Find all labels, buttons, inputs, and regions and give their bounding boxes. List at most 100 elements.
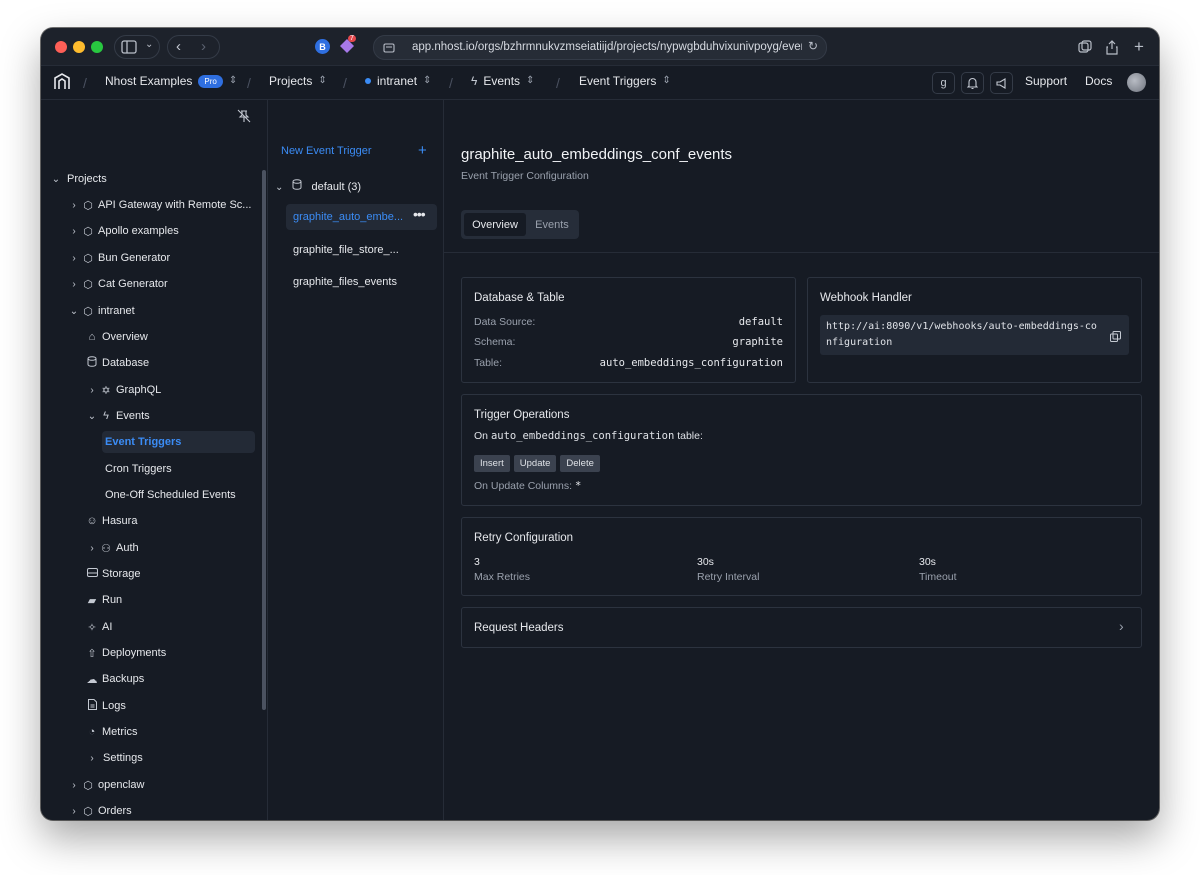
sidebar-item-hasura[interactable]: ☺ Hasura bbox=[85, 510, 137, 532]
sidebar-item-apollo[interactable]: › ⬡ Apollo examples bbox=[67, 220, 178, 242]
chevron-right-icon[interactable]: › bbox=[85, 385, 99, 396]
chevron-right-icon[interactable]: › bbox=[67, 279, 81, 290]
schema-group-default[interactable]: ⌄ default (3) bbox=[275, 179, 361, 193]
breadcrumb-event-triggers[interactable]: Event Triggers ⇕ bbox=[579, 74, 671, 88]
sidebar-item-auth[interactable]: › ⚇ Auth bbox=[85, 537, 138, 559]
bell-icon[interactable] bbox=[961, 72, 984, 94]
cube-icon: ⬡ bbox=[83, 305, 93, 318]
sidebar-scrollbar[interactable] bbox=[262, 170, 266, 710]
sidebar-item-api-gateway[interactable]: › ⬡ API Gateway with Remote Sc... bbox=[67, 194, 251, 216]
gauge-icon: ◔ bbox=[88, 726, 96, 738]
chevron-down-icon[interactable]: ⌄ bbox=[145, 39, 153, 50]
chevron-right-icon[interactable]: › bbox=[67, 253, 81, 264]
sidebar-item-storage[interactable]: Storage bbox=[85, 563, 141, 585]
sidebar-item-cat-generator[interactable]: › ⬡ Cat Generator bbox=[67, 273, 167, 295]
tab-overview-icon[interactable] bbox=[1075, 35, 1095, 59]
sidebar-item-openclaw[interactable]: › ⬡ openclaw bbox=[67, 774, 144, 796]
sidebar-item-bun-generator[interactable]: › ⬡ Bun Generator bbox=[67, 247, 170, 269]
tab-overview[interactable]: Overview bbox=[464, 213, 526, 236]
chevron-down-icon[interactable]: ⌄ bbox=[275, 182, 283, 193]
cube-icon: ⬡ bbox=[83, 805, 93, 818]
sidebar-item-metrics[interactable]: ◔ Metrics bbox=[85, 721, 138, 743]
chevron-updown-icon[interactable]: ⇕ bbox=[229, 76, 237, 86]
sidebar-item-database[interactable]: Database bbox=[85, 352, 149, 374]
page-title: graphite_auto_embeddings_conf_events bbox=[461, 146, 733, 163]
breadcrumb-project[interactable]: intranet ⇕ bbox=[365, 74, 431, 88]
extension-bitwarden-icon[interactable]: B bbox=[315, 39, 330, 54]
more-options-icon[interactable]: ••• bbox=[413, 206, 426, 222]
retry-stat-label: Timeout bbox=[919, 571, 957, 583]
reload-icon[interactable]: ↻ bbox=[808, 39, 818, 53]
chevron-right-icon[interactable]: › bbox=[1119, 618, 1124, 634]
breadcrumb-events[interactable]: ϟ Events ⇕ bbox=[471, 74, 534, 88]
sidebar-item-graphql[interactable]: › ✡ GraphQL bbox=[85, 379, 161, 401]
sidebar-item-events[interactable]: ⌄ ϟ Events bbox=[85, 405, 150, 427]
sidebar-item-logs[interactable]: Logs bbox=[85, 695, 126, 717]
database-table-card: Database & Table Data Source: default Sc… bbox=[461, 277, 796, 383]
breadcrumb-projects-label: Projects bbox=[269, 74, 313, 88]
sidebar-item-settings[interactable]: › Settings bbox=[85, 747, 142, 769]
trigger-item-active[interactable]: graphite_auto_embe... ••• bbox=[286, 204, 437, 230]
chevron-updown-icon[interactable]: ⇕ bbox=[318, 76, 326, 86]
breadcrumb-events-label: Events bbox=[483, 74, 521, 88]
sidebar-item-cron-triggers[interactable]: Cron Triggers bbox=[105, 458, 172, 480]
add-icon[interactable]: + bbox=[418, 142, 427, 159]
chevron-right-icon[interactable]: › bbox=[85, 543, 99, 554]
table-value: auto_embeddings_configuration bbox=[599, 357, 783, 369]
chevron-right-icon[interactable]: › bbox=[67, 780, 81, 791]
sidebar-item-event-triggers[interactable]: Event Triggers bbox=[102, 431, 255, 453]
copy-icon[interactable] bbox=[1110, 329, 1121, 347]
breadcrumb-org[interactable]: Nhost Examples Pro ⇕ bbox=[105, 74, 237, 88]
chevron-down-icon[interactable]: ⌄ bbox=[67, 306, 81, 317]
trigger-item[interactable]: graphite_files_events bbox=[293, 276, 397, 288]
webhook-url-line1: http://ai:8090/v1/webhooks/auto-embeddin… bbox=[826, 321, 1097, 332]
sidebar-toggle-group[interactable]: ⌄ bbox=[114, 35, 160, 59]
support-link[interactable]: Support bbox=[1025, 74, 1067, 88]
operation-badges: Insert Update Delete bbox=[474, 453, 604, 472]
page-settings-icon[interactable] bbox=[383, 41, 395, 59]
chevron-updown-icon[interactable]: ⇕ bbox=[423, 76, 431, 86]
chevron-updown-icon[interactable]: ⇕ bbox=[526, 76, 534, 86]
sidebar-item-orders[interactable]: › ⬡ Orders bbox=[67, 800, 131, 820]
sidebar-item-deployments[interactable]: ⇧ Deployments bbox=[85, 642, 166, 664]
share-icon[interactable] bbox=[1102, 35, 1122, 59]
avatar[interactable] bbox=[1127, 73, 1146, 92]
forward-icon[interactable]: › bbox=[201, 38, 206, 55]
sidebar-item-label: Overview bbox=[102, 331, 148, 343]
close-window-button[interactable] bbox=[55, 41, 67, 53]
sidebar-item-ai[interactable]: ✧ AI bbox=[85, 616, 112, 638]
chevron-right-icon[interactable]: › bbox=[67, 226, 81, 237]
chevron-right-icon[interactable]: › bbox=[85, 753, 99, 764]
minimize-window-button[interactable] bbox=[73, 41, 85, 53]
chevron-down-icon[interactable]: ⌄ bbox=[85, 411, 99, 422]
docs-link[interactable]: Docs bbox=[1085, 74, 1112, 88]
extension-gem-icon[interactable]: 7 bbox=[339, 35, 356, 54]
sidebar-item-backups[interactable]: ☁ Backups bbox=[85, 668, 145, 690]
url-bar[interactable]: app.nhost.io/orgs/bzhrmnukvzmseiatiijd/p… bbox=[373, 35, 827, 60]
unpin-sidebar-icon[interactable] bbox=[237, 109, 251, 128]
chevron-down-icon[interactable]: ⌄ bbox=[49, 174, 63, 185]
nhost-logo-icon[interactable] bbox=[53, 73, 71, 96]
breadcrumb-projects[interactable]: Projects ⇕ bbox=[269, 74, 327, 88]
cube-icon: ⬡ bbox=[83, 199, 93, 212]
trigger-item[interactable]: graphite_file_store_... bbox=[293, 244, 399, 256]
update-columns-value: * bbox=[574, 480, 582, 492]
breadcrumb-project-label: intranet bbox=[377, 74, 418, 88]
request-headers-accordion[interactable]: Request Headers › bbox=[461, 607, 1142, 648]
sidebar-item-run[interactable]: ▰ Run bbox=[85, 589, 122, 611]
sidebar-item-one-off-events[interactable]: One-Off Scheduled Events bbox=[105, 484, 236, 506]
graphite-icon[interactable]: g bbox=[932, 72, 955, 94]
new-event-trigger-button[interactable]: New Event Trigger bbox=[281, 145, 371, 157]
chevron-updown-icon[interactable]: ⇕ bbox=[662, 76, 670, 86]
maximize-window-button[interactable] bbox=[91, 41, 103, 53]
chevron-right-icon[interactable]: › bbox=[67, 806, 81, 817]
sidebar-item-intranet[interactable]: ⌄ ⬡ intranet bbox=[67, 300, 135, 322]
new-tab-icon[interactable]: + bbox=[1129, 35, 1149, 59]
megaphone-icon[interactable] bbox=[990, 72, 1013, 94]
sidebar-toggle-icon[interactable] bbox=[121, 40, 137, 59]
sidebar-item-overview[interactable]: ⌂ Overview bbox=[85, 326, 148, 348]
back-icon[interactable]: ‹ bbox=[176, 38, 181, 55]
tab-events[interactable]: Events bbox=[528, 213, 576, 236]
chevron-right-icon[interactable]: › bbox=[67, 200, 81, 211]
sidebar-projects-root[interactable]: ⌄ Projects bbox=[49, 168, 107, 190]
